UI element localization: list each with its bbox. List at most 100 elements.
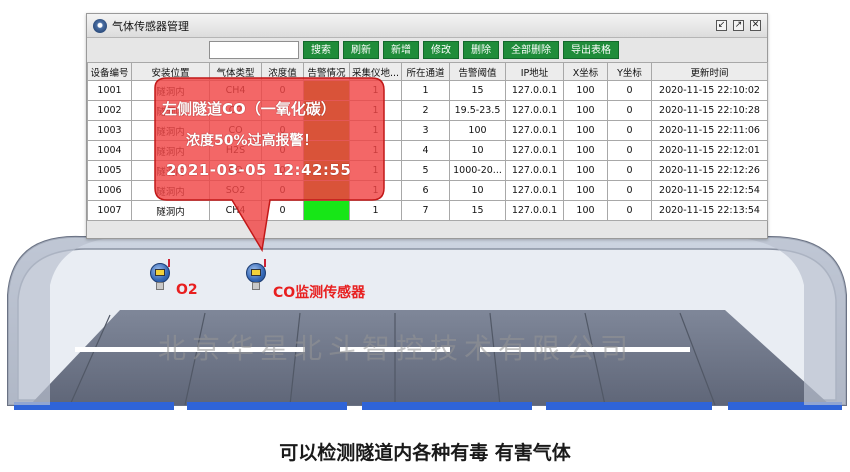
- col-header[interactable]: 设备编号: [87, 62, 132, 81]
- scene: 气体传感器管理 ↙ ↗ ✕ 搜索 刷新 新增 修改 删除 全部删除 导出表格 设…: [0, 0, 850, 472]
- table-cell: 2020-11-15 22:12:01: [651, 140, 768, 161]
- table-cell: 127.0.0.1: [505, 200, 564, 221]
- table-cell: 2020-11-15 22:10:02: [651, 80, 768, 101]
- table-cell: 2020-11-15 22:13:54: [651, 200, 768, 221]
- table-cell: 1: [349, 120, 402, 141]
- col-header[interactable]: 安装位置: [131, 62, 210, 81]
- table-cell: 1: [349, 100, 402, 121]
- table-cell: 1: [349, 160, 402, 181]
- caption: 可以检测隧道内各种有毒 有害气体: [279, 442, 571, 464]
- table-cell: 2020-11-15 22:12:26: [651, 160, 768, 181]
- table-cell: 10: [449, 140, 506, 161]
- edit-button[interactable]: 修改: [423, 41, 459, 59]
- table-cell: 100: [563, 200, 608, 221]
- table-cell: 1000-20...: [449, 160, 506, 181]
- window-title: 气体传感器管理: [112, 19, 189, 33]
- table-cell: 5: [401, 160, 450, 181]
- table-cell: 0: [261, 200, 304, 221]
- table-cell: 100: [563, 120, 608, 141]
- table-cell: 0: [607, 200, 652, 221]
- col-header[interactable]: 更新时间: [651, 62, 768, 81]
- search-input[interactable]: [209, 41, 299, 59]
- co-sensor-label: CO监测传感器: [273, 285, 366, 301]
- table-cell: 127.0.0.1: [505, 140, 564, 161]
- table-cell: SO2: [209, 180, 262, 201]
- table-cell: CH4: [209, 200, 262, 221]
- table-cell: 15: [449, 200, 506, 221]
- table-cell: 1001: [87, 80, 132, 101]
- table-cell: 7: [401, 200, 450, 221]
- table-cell: 2020-11-15 22:10:28: [651, 100, 768, 121]
- table-cell: 1004: [87, 140, 132, 161]
- col-header[interactable]: 气体类型: [209, 62, 262, 81]
- table-cell: 100: [563, 160, 608, 181]
- refresh-button[interactable]: 刷新: [343, 41, 379, 59]
- col-header[interactable]: 告警情况: [303, 62, 350, 81]
- table-cell: 3: [401, 120, 450, 141]
- toolbar: 搜索 刷新 新增 修改 删除 全部删除 导出表格: [87, 38, 767, 62]
- table-cell: 0: [607, 180, 652, 201]
- table-cell: 0: [607, 120, 652, 141]
- table-cell: 1005: [87, 160, 132, 181]
- o2-sensor-label: O2: [176, 282, 198, 298]
- title-bar: 气体传感器管理 ↙ ↗ ✕: [87, 14, 767, 38]
- tunnel-illustration: [7, 235, 847, 410]
- alarm-status-cell: [303, 200, 350, 221]
- table-cell: 19.5-23.5: [449, 100, 506, 121]
- table-cell: 10: [449, 180, 506, 201]
- table-cell: 127.0.0.1: [505, 180, 564, 201]
- col-header[interactable]: 采集仪地...: [349, 62, 402, 81]
- alert-level-text: 浓度50%过高报警！: [186, 133, 318, 149]
- table-cell: 6: [401, 180, 450, 201]
- sensor-manager-window: 气体传感器管理 ↙ ↗ ✕ 搜索 刷新 新增 修改 删除 全部删除 导出表格 设…: [86, 13, 768, 239]
- table-cell: 4: [401, 140, 450, 161]
- table-cell: 隧洞内: [131, 200, 210, 221]
- gas-sensor-icon[interactable]: [243, 259, 269, 291]
- col-header[interactable]: Y坐标: [607, 62, 652, 81]
- table-cell: 127.0.0.1: [505, 80, 564, 101]
- company-watermark: 北京华星北斗智控技术有限公司: [158, 332, 635, 365]
- col-header[interactable]: 告警阈值: [449, 62, 506, 81]
- table-cell: 127.0.0.1: [505, 160, 564, 181]
- table-cell: 1007: [87, 200, 132, 221]
- table-header: 设备编号 安装位置 气体类型 浓度值 告警情况 采集仪地... 所在通道 告警阈…: [87, 62, 768, 81]
- add-button[interactable]: 新增: [383, 41, 419, 59]
- col-header[interactable]: 浓度值: [261, 62, 304, 81]
- table-cell: 1: [349, 180, 402, 201]
- table-cell: 100: [449, 120, 506, 141]
- maximize-icon[interactable]: ↗: [733, 20, 744, 31]
- table-cell: 127.0.0.1: [505, 100, 564, 121]
- alert-time-text: 2021-03-05 12:42:55: [166, 161, 352, 179]
- table-cell: 1: [349, 80, 402, 101]
- col-header[interactable]: X坐标: [563, 62, 608, 81]
- table-cell: 100: [563, 100, 608, 121]
- export-table-button[interactable]: 导出表格: [563, 41, 619, 59]
- app-icon: [93, 18, 107, 33]
- table-row[interactable]: 1006 隧洞内 SO2 0 1 6 10 127.0.0.1 100 0 2020-11-15 2…: [87, 180, 768, 201]
- table-cell: 100: [563, 80, 608, 101]
- delete-all-button[interactable]: 全部删除: [503, 41, 559, 59]
- minimize-icon[interactable]: ↙: [716, 20, 727, 31]
- alert-location-text: 左侧隧道CO（一氧化碳）: [162, 100, 336, 118]
- table-cell: 1: [401, 80, 450, 101]
- table-cell: 0: [607, 80, 652, 101]
- table-cell: 2020-11-15 22:11:06: [651, 120, 768, 141]
- delete-button[interactable]: 删除: [463, 41, 499, 59]
- table-cell: 0: [261, 180, 304, 201]
- table-cell: 2: [401, 100, 450, 121]
- alarm-status-cell: [303, 180, 350, 201]
- table-cell: 1: [349, 200, 402, 221]
- table-cell: 127.0.0.1: [505, 120, 564, 141]
- table-cell: 1006: [87, 180, 132, 201]
- table-cell: 0: [607, 100, 652, 121]
- close-icon[interactable]: ✕: [750, 20, 761, 31]
- col-header[interactable]: IP地址: [505, 62, 564, 81]
- table-cell: 0: [607, 140, 652, 161]
- gas-sensor-icon[interactable]: [147, 259, 173, 291]
- table-row[interactable]: 1007 隧洞内 CH4 0 1 7 15 127.0.0.1 100 0 2020-11-15 2…: [87, 200, 768, 221]
- table-cell: 15: [449, 80, 506, 101]
- col-header[interactable]: 所在通道: [401, 62, 450, 81]
- search-button[interactable]: 搜索: [303, 41, 339, 59]
- table-cell: 1002: [87, 100, 132, 121]
- table-cell: 100: [563, 140, 608, 161]
